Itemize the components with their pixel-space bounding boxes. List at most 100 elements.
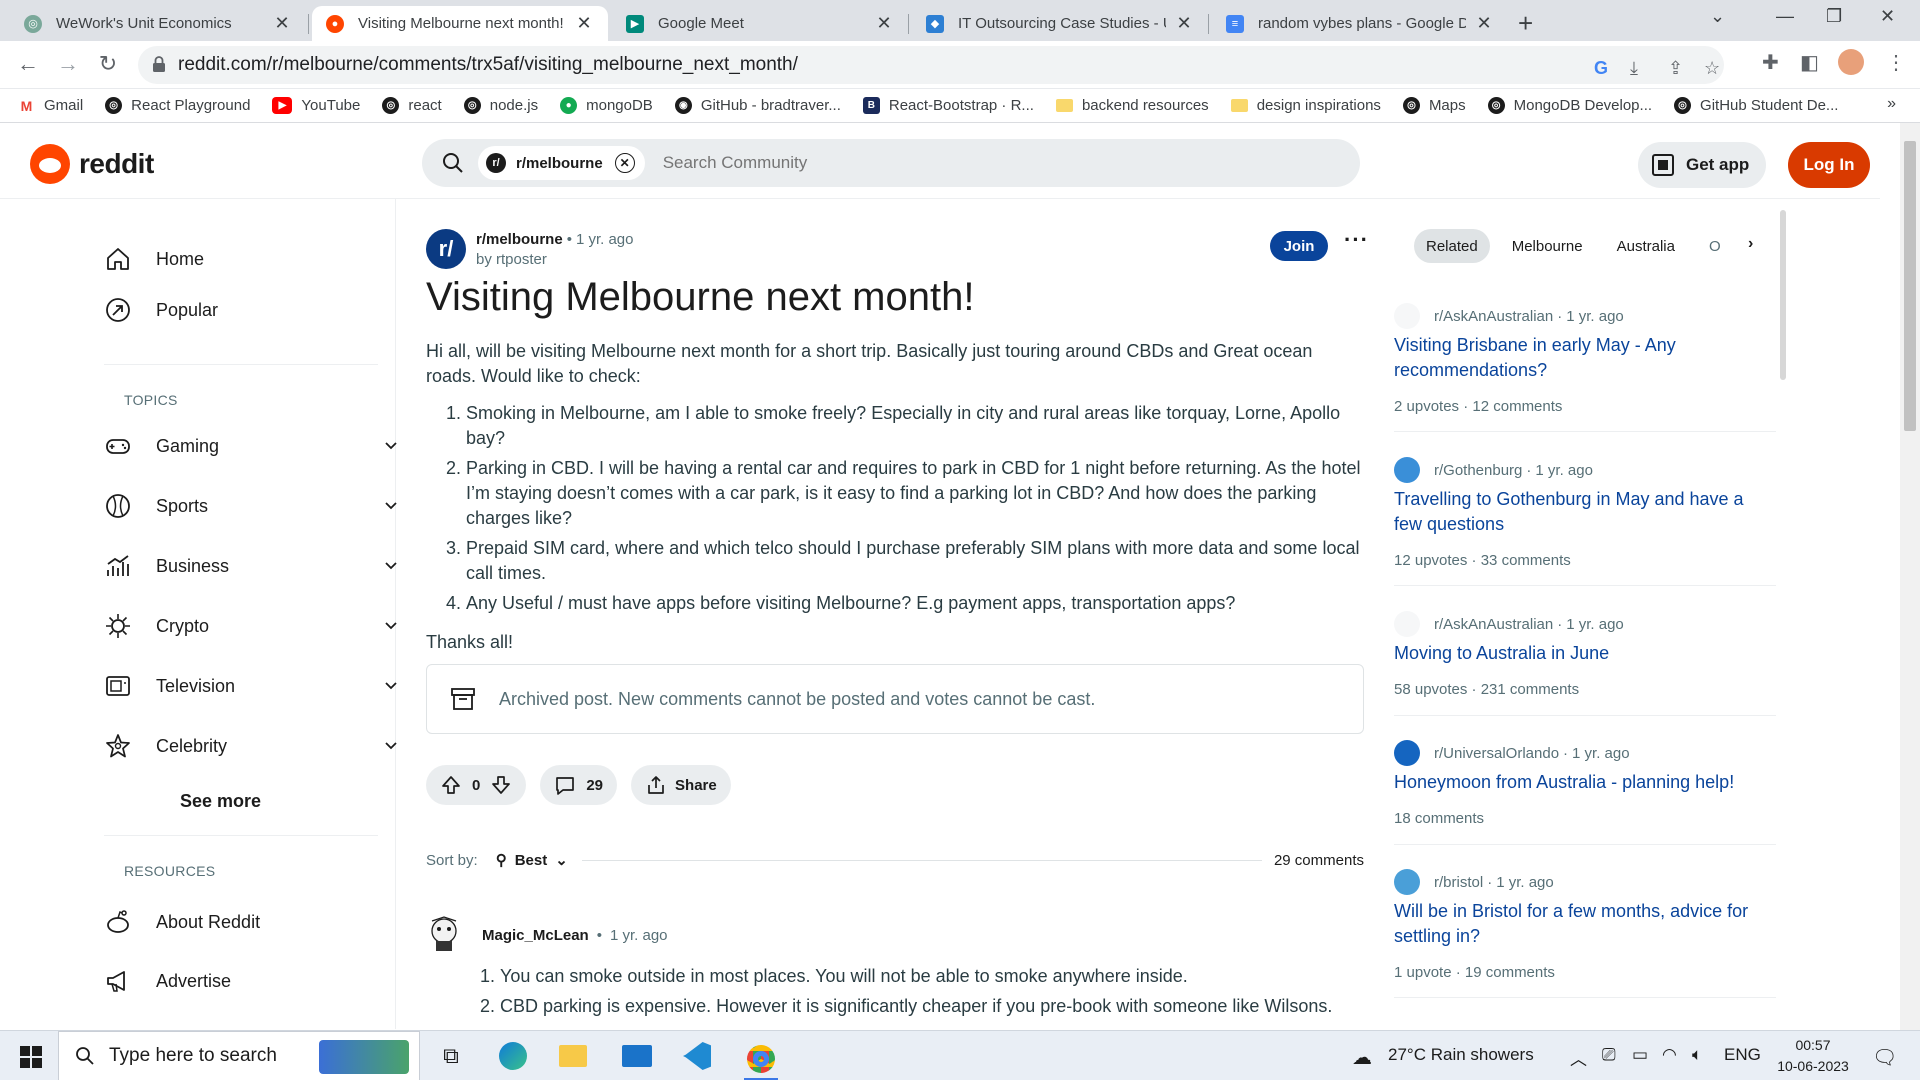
tab-australia[interactable]: Australia (1605, 229, 1687, 263)
close-window-icon[interactable]: ✕ (1880, 6, 1895, 27)
bookmark-github-student[interactable]: ◎ GitHub Student De... (1674, 97, 1838, 114)
browser-tab[interactable]: ◎ WeWork's Unit Economics ✕ (10, 6, 306, 41)
share-page-icon[interactable]: ⇪ (1668, 58, 1683, 79)
sort-dropdown[interactable]: ⚲ Best ⌄ (496, 851, 568, 870)
downvote-arrow-icon[interactable] (490, 774, 512, 796)
sidebar-item-business[interactable]: Business (107, 546, 398, 586)
related-title[interactable]: Moving to Australia in June (1394, 641, 1764, 666)
close-tab-icon[interactable]: ✕ (1174, 13, 1194, 34)
page-scrollbar[interactable] (1900, 123, 1920, 1030)
join-button[interactable]: Join (1270, 231, 1328, 261)
meet-now-icon[interactable]: ⎚ (1602, 1045, 1616, 1065)
bookmark-react[interactable]: ◎ react (382, 97, 442, 114)
bookmark-folder-design[interactable]: design inspirations (1230, 97, 1381, 114)
search-input[interactable] (662, 153, 1183, 173)
bookmark-gmail[interactable]: M Gmail (18, 97, 83, 114)
browser-menu-icon[interactable]: ⋮ (1886, 50, 1906, 75)
bookmark-react-playground[interactable]: ◎ React Playground (105, 97, 250, 114)
see-more-button[interactable]: See more (128, 781, 398, 821)
minimize-icon[interactable]: — (1776, 6, 1794, 27)
sidebar-item-about-reddit[interactable]: About Reddit (107, 902, 398, 942)
more-options-icon[interactable]: ··· (1344, 227, 1369, 253)
clock[interactable]: 00:57 10-06-2023 (1768, 1035, 1858, 1077)
more-bookmarks-icon[interactable]: » (1887, 95, 1896, 113)
forward-arrow-icon[interactable]: → (54, 51, 82, 77)
subreddit-link[interactable]: r/melbourne (476, 231, 563, 248)
reload-icon[interactable]: ↻ (94, 51, 122, 77)
tab-overflow[interactable]: O (1697, 229, 1721, 263)
clear-chip-icon[interactable]: ✕ (614, 153, 635, 173)
weather-cloud-icon[interactable]: ☁ (1352, 1045, 1372, 1070)
google-lens-icon[interactable]: G (1594, 58, 1608, 79)
bookmark-mongodb[interactable]: ● mongoDB (560, 97, 653, 114)
sidebar-item-celebrity[interactable]: Celebrity (106, 726, 398, 766)
tab-melbourne[interactable]: Melbourne (1500, 229, 1595, 263)
sidebar-item-sports[interactable]: Sports (106, 486, 398, 526)
show-hidden-icons-icon[interactable]: ︿ (1570, 1045, 1587, 1070)
taskbar-search[interactable]: Type here to search (58, 1031, 420, 1080)
sidebar-item-gaming[interactable]: Gaming (106, 426, 398, 466)
browser-tab[interactable]: ▶ Google Meet ✕ (612, 6, 908, 41)
side-panel-icon[interactable]: ◧ (1800, 50, 1819, 75)
chrome-icon[interactable] (744, 1039, 778, 1080)
browser-tab-active[interactable]: ● Visiting Melbourne next month! ✕ (312, 6, 608, 41)
language-indicator[interactable]: ENG (1724, 1045, 1761, 1065)
bookmark-maps[interactable]: ◎ Maps (1402, 97, 1466, 114)
user-avatar[interactable] (426, 911, 462, 951)
related-title[interactable]: Travelling to Gothenburg in May and have… (1394, 487, 1764, 537)
post-author[interactable]: by rtposter (476, 251, 547, 268)
wifi-icon[interactable]: ◠ (1662, 1045, 1677, 1065)
bookmark-star-icon[interactable]: ☆ (1704, 58, 1720, 79)
tab-search-chevron-icon[interactable]: ⌄ (1710, 6, 1725, 27)
chevron-right-icon[interactable]: › (1748, 235, 1753, 253)
battery-icon[interactable]: ▭ (1632, 1045, 1648, 1065)
upvote-arrow-icon[interactable] (440, 774, 462, 796)
sidebar-item-home[interactable]: Home (107, 239, 398, 279)
task-view-icon[interactable]: ⧉ (434, 1039, 468, 1073)
bookmark-nodejs[interactable]: ◎ node.js (463, 97, 538, 114)
edge-icon[interactable] (496, 1039, 530, 1073)
sidebar-item-television[interactable]: Television (106, 666, 398, 706)
related-title[interactable]: Honeymoon from Australia - planning help… (1394, 770, 1764, 795)
bookmark-github[interactable]: ◉ GitHub - bradtraver... (674, 97, 841, 114)
volume-icon[interactable]: 🔈︎ (1692, 1045, 1702, 1065)
community-search[interactable]: r/ r/melbourne ✕ (422, 139, 1360, 187)
profile-avatar[interactable] (1838, 49, 1864, 75)
browser-tab[interactable]: ≡ random vybes plans - Google Do ✕ (1212, 6, 1508, 41)
mail-icon[interactable] (620, 1039, 654, 1073)
login-button[interactable]: Log In (1788, 142, 1870, 188)
tab-related[interactable]: Related (1414, 229, 1490, 263)
install-app-icon[interactable]: ⤓ (1630, 58, 1638, 79)
sidebar-item-crypto[interactable]: Crypto (106, 606, 398, 646)
comments-button[interactable]: 29 (540, 765, 618, 805)
new-tab-icon[interactable]: + (1518, 8, 1533, 39)
close-tab-icon[interactable]: ✕ (272, 13, 292, 34)
subreddit-filter-chip[interactable]: r/ r/melbourne ✕ (478, 146, 645, 180)
file-explorer-icon[interactable] (556, 1039, 590, 1073)
bookmark-folder-backend[interactable]: backend resources (1055, 97, 1209, 114)
share-button[interactable]: Share (631, 765, 731, 805)
related-title[interactable]: Visiting Brisbane in early May - Any rec… (1394, 333, 1764, 383)
vscode-icon[interactable] (680, 1039, 714, 1073)
scrollbar-thumb[interactable] (1904, 141, 1916, 431)
back-arrow-icon[interactable]: ← (14, 51, 42, 77)
notifications-icon[interactable]: 🗨︎ (1872, 1045, 1897, 1070)
bookmark-youtube[interactable]: ▶ YouTube (272, 97, 360, 114)
related-title[interactable]: Will be in Bristol for a few months, adv… (1394, 899, 1764, 949)
get-app-button[interactable]: Get app (1638, 142, 1766, 188)
comment-username[interactable]: Magic_McLean (482, 927, 589, 944)
browser-tab[interactable]: ◆ IT Outsourcing Case Studies - US ✕ (912, 6, 1208, 41)
extensions-puzzle-icon[interactable]: ✚ (1762, 50, 1779, 75)
bookmark-react-bootstrap[interactable]: B React-Bootstrap · R... (862, 97, 1034, 114)
subreddit-avatar[interactable]: r/ (426, 229, 466, 269)
sidebar-item-advertise[interactable]: Advertise (107, 961, 398, 1001)
weather-text[interactable]: 27°C Rain showers (1388, 1045, 1534, 1065)
close-tab-icon[interactable]: ✕ (874, 13, 894, 34)
reddit-logo[interactable]: reddit (30, 144, 154, 184)
close-tab-icon[interactable]: ✕ (574, 13, 594, 34)
bookmark-mongodb-develop[interactable]: ◎ MongoDB Develop... (1487, 97, 1652, 114)
windows-start-icon[interactable] (20, 1046, 42, 1068)
address-bar[interactable]: reddit.com/r/melbourne/comments/trx5af/v… (138, 46, 1724, 84)
sidebar-item-popular[interactable]: Popular (106, 290, 398, 330)
close-tab-icon[interactable]: ✕ (1474, 13, 1494, 34)
